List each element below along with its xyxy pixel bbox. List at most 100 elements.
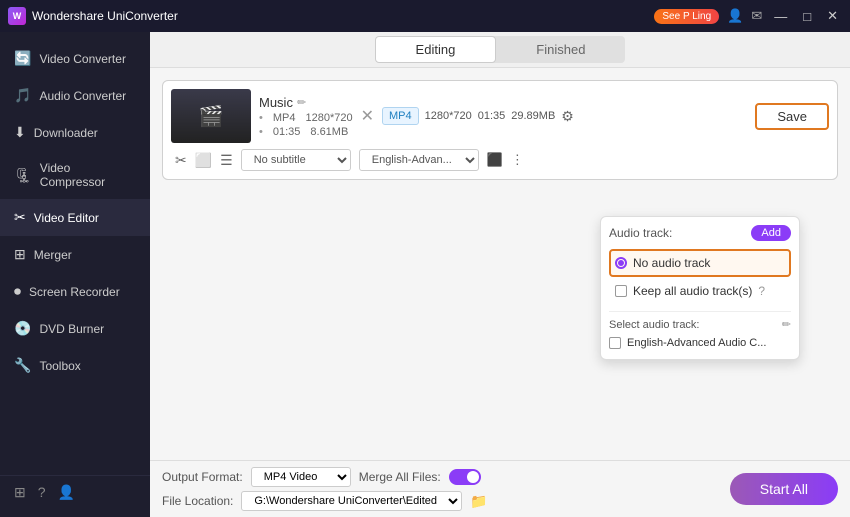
- convert-arrow-icon: ✕: [361, 106, 374, 126]
- crop-icon[interactable]: ⬜: [195, 152, 212, 169]
- dvd-icon: 💿: [14, 320, 31, 337]
- bottom-left: Output Format: MP4 Video Merge All Files…: [162, 467, 488, 511]
- subtitle-select[interactable]: No subtitle: [241, 149, 351, 171]
- audio-converter-icon: 🎵: [14, 87, 31, 104]
- keep-all-audio-option[interactable]: Keep all audio track(s) ?: [609, 277, 791, 305]
- file-location-select[interactable]: G:\Wondershare UniConverter\Edited: [241, 491, 462, 511]
- output-duration: 01:35: [478, 110, 506, 122]
- toggle-knob: [467, 471, 479, 483]
- close-button[interactable]: ✕: [823, 8, 842, 24]
- sidebar-user-icon[interactable]: 👤: [58, 484, 75, 501]
- compressor-icon: 🗜: [14, 167, 32, 184]
- sidebar-item-video-editor[interactable]: ✂ Video Editor: [0, 199, 150, 236]
- input-format-label: MP4: [273, 112, 296, 124]
- select-track-label: Select audio track:: [609, 319, 700, 331]
- title-bar-left: W Wondershare UniConverter: [8, 7, 178, 25]
- file-location-label: File Location:: [162, 494, 233, 508]
- editor-icon: ✂: [14, 209, 26, 226]
- list-icon[interactable]: ☰: [220, 152, 233, 169]
- output-settings: MP4 1280*720 01:35 29.89MB ⚙: [382, 107, 743, 125]
- file-location-row: File Location: G:\Wondershare UniConvert…: [162, 491, 488, 511]
- sidebar-item-video-compressor[interactable]: 🗜 Video Compressor: [0, 151, 150, 199]
- sidebar-help-icon[interactable]: ?: [38, 484, 46, 501]
- sidebar-item-screen-recorder[interactable]: ⏺ Screen Recorder: [0, 273, 150, 310]
- track-item[interactable]: English-Advanced Audio C...: [609, 335, 791, 351]
- output-size: 29.89MB: [511, 110, 555, 122]
- video-converter-icon: 🔄: [14, 50, 31, 67]
- sidebar-item-label: Merger: [34, 248, 72, 262]
- subtitle-settings-icon[interactable]: ⬛: [487, 152, 503, 168]
- minimize-button[interactable]: —: [770, 9, 791, 24]
- audio-dropdown-popup: Audio track: Add No audio track Keep all…: [600, 216, 800, 360]
- file-info: Music ✏ • MP4 1280*720 • 01:35 8.61MB: [259, 95, 353, 138]
- tool-row: ✂ ⬜ ☰ No subtitle English-Advan... ⬛ ⋮: [171, 149, 829, 171]
- add-audio-button[interactable]: Add: [751, 225, 791, 241]
- settings-button[interactable]: ⚙: [561, 108, 574, 125]
- sidebar-item-label: Video Compressor: [40, 161, 136, 189]
- title-bar: W Wondershare UniConverter See P Ling 👤 …: [0, 0, 850, 32]
- no-audio-track-option[interactable]: No audio track: [609, 249, 791, 277]
- audio-track-select[interactable]: English-Advan...: [359, 149, 479, 171]
- output-resolution: 1280*720: [425, 110, 472, 122]
- promo-button[interactable]: See P Ling: [654, 9, 719, 24]
- keep-all-label: Keep all audio track(s): [633, 284, 752, 298]
- input-duration: 01:35: [273, 126, 301, 138]
- more-options-icon[interactable]: ⋮: [511, 152, 524, 168]
- file-meta2: • 01:35 8.61MB: [259, 126, 353, 138]
- dropdown-title: Audio track:: [609, 226, 672, 240]
- recorder-icon: ⏺: [14, 283, 21, 300]
- title-bar-right: See P Ling 👤 ✉ — □ ✕: [654, 8, 842, 24]
- sidebar-item-toolbox[interactable]: 🔧 Toolbox: [0, 347, 150, 384]
- open-folder-icon[interactable]: 📁: [470, 493, 487, 510]
- main-layout: 🔄 Video Converter 🎵 Audio Converter ⬇ Do…: [0, 32, 850, 517]
- file-meta: • MP4 1280*720: [259, 112, 353, 124]
- save-button[interactable]: Save: [755, 103, 829, 130]
- tab-finished[interactable]: Finished: [496, 36, 625, 63]
- tab-bar: Editing Finished: [150, 32, 850, 68]
- select-track-edit-icon[interactable]: ✏: [782, 318, 791, 331]
- edit-name-icon[interactable]: ✏: [297, 96, 306, 109]
- sidebar-item-label: Downloader: [34, 126, 98, 140]
- help-icon[interactable]: ?: [758, 284, 765, 298]
- sidebar-item-video-converter[interactable]: 🔄 Video Converter: [0, 40, 150, 77]
- checkbox-keep-all[interactable]: [615, 285, 627, 297]
- sidebar-item-label: Video Editor: [34, 211, 99, 225]
- user-icon[interactable]: 👤: [727, 8, 743, 24]
- tab-editing[interactable]: Editing: [375, 36, 497, 63]
- sidebar-item-label: Video Converter: [39, 52, 126, 66]
- mail-icon[interactable]: ✉: [751, 8, 762, 24]
- sidebar-item-audio-converter[interactable]: 🎵 Audio Converter: [0, 77, 150, 114]
- track-checkbox[interactable]: [609, 337, 621, 349]
- sidebar-item-merger[interactable]: ⊞ Merger: [0, 236, 150, 273]
- video-thumbnail: 🎬: [171, 89, 251, 143]
- bottom-bar: Output Format: MP4 Video Merge All Files…: [150, 460, 850, 517]
- app-title: Wondershare UniConverter: [32, 9, 178, 23]
- sidebar-item-label: Screen Recorder: [29, 285, 120, 299]
- input-resolution: 1280*720: [305, 112, 352, 124]
- output-format-row: Output Format: MP4 Video Merge All Files…: [162, 467, 488, 487]
- cut-icon[interactable]: ✂: [175, 152, 187, 169]
- sidebar-item-downloader[interactable]: ⬇ Downloader: [0, 114, 150, 151]
- start-all-button[interactable]: Start All: [730, 473, 838, 505]
- sidebar-item-dvd-burner[interactable]: 💿 DVD Burner: [0, 310, 150, 347]
- sidebar-grid-icon[interactable]: ⊞: [14, 484, 26, 501]
- maximize-button[interactable]: □: [799, 9, 815, 24]
- editor-area: 🎬 Music ✏ • MP4 1280*720 •: [150, 68, 850, 460]
- merge-all-toggle[interactable]: [449, 469, 481, 485]
- dropdown-divider: [609, 311, 791, 312]
- sidebar-item-label: Audio Converter: [39, 89, 126, 103]
- toolbox-icon: 🔧: [14, 357, 31, 374]
- dropdown-header: Audio track: Add: [609, 225, 791, 241]
- sidebar-bottom: ⊞ ? 👤: [0, 475, 150, 509]
- merger-icon: ⊞: [14, 246, 26, 263]
- downloader-icon: ⬇: [14, 124, 26, 141]
- output-format-select[interactable]: MP4 Video: [251, 467, 351, 487]
- content-area: Editing Finished 🎬 Music ✏: [150, 32, 850, 517]
- input-format: •: [259, 112, 263, 124]
- sidebar: 🔄 Video Converter 🎵 Audio Converter ⬇ Do…: [0, 32, 150, 517]
- select-track-row: Select audio track: ✏: [609, 318, 791, 331]
- output-format-badge: MP4: [382, 107, 419, 125]
- sidebar-item-label: Toolbox: [39, 359, 80, 373]
- radio-no-audio: [615, 257, 627, 269]
- file-card: 🎬 Music ✏ • MP4 1280*720 •: [162, 80, 838, 180]
